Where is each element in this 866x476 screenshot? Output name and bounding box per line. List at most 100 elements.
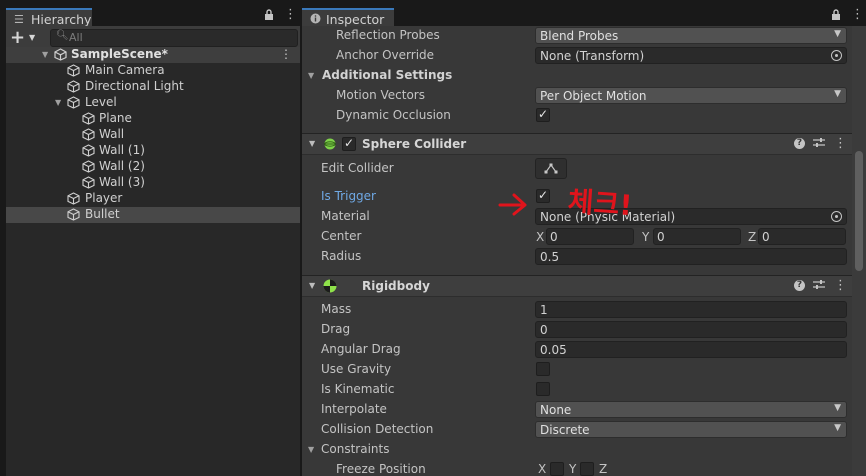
foldout-expanded-icon[interactable]: ▼ [42,50,48,59]
lock-icon[interactable] [264,9,274,23]
kebab-menu-icon[interactable]: ⋮ [284,7,297,22]
anchor-override-value: None (Transform) [540,49,645,63]
hierarchy-search-input[interactable] [69,31,289,44]
mass-label: Mass [321,302,352,316]
anchor-override-label: Anchor Override [336,48,435,62]
is-kinematic-checkbox[interactable] [536,382,550,396]
freeze-position-y-checkbox[interactable] [580,462,594,476]
sphere-collider-title: Sphere Collider [362,137,467,151]
sphere-collider-header[interactable]: ▼ ✓ Sphere Collider ? ⋮ [302,133,852,155]
gameobject-cube-icon [82,160,95,173]
help-icon[interactable]: ? [794,280,805,291]
foldout-expanded-icon[interactable]: ▼ [308,71,314,80]
angular-drag-input[interactable]: 0.05 [535,341,847,358]
radius-input[interactable]: 0.5 [535,248,847,265]
reflection-probes-row: Reflection Probes Blend Probes ▼ [302,26,852,46]
center-z-input[interactable]: 0 [758,228,846,245]
dynamic-occlusion-checkbox[interactable]: ✓ [536,107,550,122]
presets-icon[interactable] [813,279,825,293]
center-y-value: 0 [657,230,665,244]
anchor-override-field[interactable]: None (Transform) [535,47,847,64]
anchor-override-row: Anchor Override None (Transform) [302,46,852,66]
drag-row: Drag 0 [302,320,852,340]
tree-item-label: Directional Light [85,79,184,93]
presets-icon[interactable] [813,137,825,151]
component-menu-icon[interactable]: ⋮ [834,278,847,293]
add-object-button[interactable]: + ▼ [10,27,40,48]
tree-item-label: Plane [99,111,132,125]
tree-item-bullet[interactable]: Bullet [6,207,300,223]
additional-settings-row[interactable]: ▼ Additional Settings [302,66,852,86]
reflection-probes-label: Reflection Probes [336,28,440,42]
hierarchy-search[interactable]: 🔍︎ [50,29,298,47]
chevron-down-icon: ▼ [834,89,841,99]
foldout-expanded-icon[interactable]: ▼ [309,139,315,148]
axis-z-label: Z [599,462,608,476]
object-picker-icon[interactable] [831,211,842,222]
rigidbody-icon [323,279,337,296]
edit-collider-row: Edit Collider [302,158,852,182]
collision-detection-row: Collision Detection Discrete ▼ [302,420,852,440]
gameobject-cube-icon [82,128,95,141]
drag-input[interactable]: 0 [535,321,847,338]
foldout-expanded-icon[interactable]: ▼ [309,281,315,290]
radius-value: 0.5 [540,250,560,264]
rigidbody-header[interactable]: ▼ Rigidbody ? ⋮ [302,275,852,297]
center-y-input[interactable]: 0 [653,228,741,245]
dynamic-occlusion-label: Dynamic Occlusion [336,108,451,122]
tree-item-label: Level [85,95,117,109]
interpolate-row: Interpolate None ▼ [302,400,852,420]
gameobject-cube-icon [67,208,80,221]
scene-row[interactable]: ▼ SampleScene* ⋮ [6,47,300,63]
foldout-expanded-icon[interactable]: ▼ [55,98,61,107]
center-label: Center [321,229,362,243]
tree-item-wall-3[interactable]: Wall (3) [6,175,300,191]
drag-value: 0 [540,323,548,337]
tree-item-plane[interactable]: Plane [6,111,300,127]
inspector-scrollbar[interactable] [852,26,866,476]
tree-item-player[interactable]: Player [6,191,300,207]
freeze-position-x-checkbox[interactable] [550,462,564,476]
chevron-down-icon: ▼ [834,403,841,413]
tree-item-directional-light[interactable]: Directional Light [6,79,300,95]
motion-vectors-dropdown[interactable]: Per Object Motion ▼ [535,87,847,104]
gameobject-cube-icon [67,192,80,205]
tree-item-level[interactable]: ▼ Level [6,95,300,111]
tree-item-wall-2[interactable]: Wall (2) [6,159,300,175]
lock-icon[interactable] [831,9,841,23]
kebab-menu-icon[interactable]: ⋮ [851,7,864,22]
component-menu-icon[interactable]: ⋮ [834,136,847,151]
mass-value: 1 [540,303,548,317]
scrollbar-thumb[interactable] [855,151,863,271]
sphere-collider-enabled-checkbox[interactable]: ✓ [342,136,356,151]
add-object-label: + [10,27,26,48]
edit-collider-button[interactable] [535,158,567,179]
mass-input[interactable]: 1 [535,301,847,318]
object-picker-icon[interactable] [831,50,842,61]
tab-inspector[interactable]: Inspector [302,8,394,27]
tree-item-wall-1[interactable]: Wall (1) [6,143,300,159]
scene-menu-icon[interactable]: ⋮ [280,47,292,61]
tab-hierarchy[interactable]: ☰ Hierarchy [6,8,92,27]
tree-item-label: Wall (2) [99,159,145,173]
use-gravity-checkbox[interactable] [536,362,550,376]
gameobject-cube-icon [67,64,80,77]
is-trigger-label: Is Trigger [321,189,376,203]
gameobject-cube-icon [67,80,80,93]
use-gravity-row: Use Gravity [302,360,852,380]
tree-item-label: Wall [99,127,125,141]
interpolate-label: Interpolate [321,402,387,416]
constraints-row[interactable]: ▼ Constraints [302,440,852,460]
tree-item-main-camera[interactable]: Main Camera [6,63,300,79]
tree-item-label: Bullet [85,207,120,221]
foldout-expanded-icon[interactable]: ▼ [308,445,314,454]
list-icon: ☰ [14,13,24,26]
annotation-text: 체크! [566,184,634,223]
help-icon[interactable]: ? [794,138,805,149]
tree-item-wall[interactable]: Wall [6,127,300,143]
checkmark-icon: ✓ [344,136,355,150]
motion-vectors-row: Motion Vectors Per Object Motion ▼ [302,86,852,106]
collision-detection-dropdown[interactable]: Discrete ▼ [535,421,847,438]
reflection-probes-dropdown[interactable]: Blend Probes ▼ [535,27,847,44]
interpolate-dropdown[interactable]: None ▼ [535,401,847,418]
